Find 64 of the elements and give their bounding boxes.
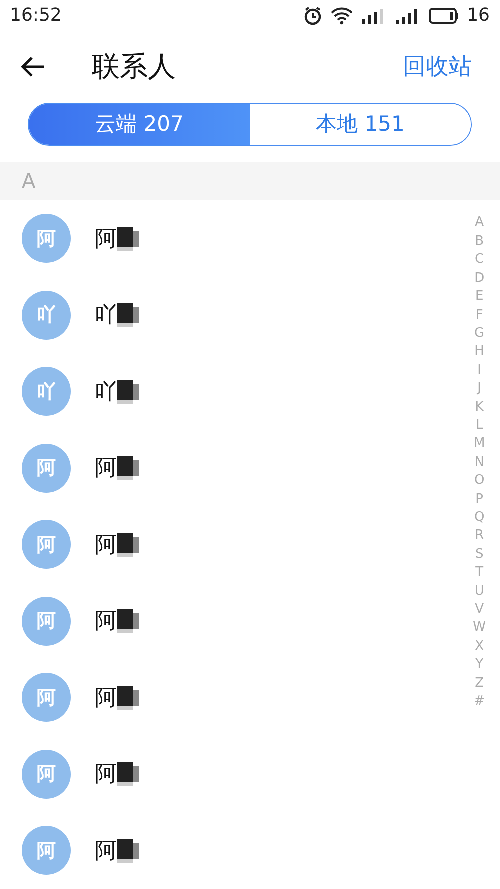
battery-level: 16 [467,5,490,26]
contact-name[interactable]: 阿 [95,682,117,713]
contact-avatar: 阿 [22,596,71,646]
index-letter[interactable]: I [478,362,482,380]
back-arrow-icon[interactable] [20,56,46,78]
contact-name[interactable]: 阿 [95,606,117,636]
battery-icon [429,6,460,25]
index-letter[interactable]: X [475,638,484,656]
contact-name[interactable]: 阿 [95,224,117,254]
index-letter[interactable]: P [476,490,484,509]
pixelated-redaction [117,609,141,634]
contact-avatar: 阿 [22,826,71,876]
contact-avatar: 阿 [22,673,71,722]
index-letter[interactable]: V [475,601,484,620]
index-letter[interactable]: G [474,324,485,344]
index-letter[interactable]: E [475,288,484,307]
contact-avatar: 吖 [22,290,71,340]
contact-name[interactable]: 吖 [95,376,117,407]
index-letter[interactable]: M [474,435,486,454]
contact-name[interactable]: 吖 [95,300,117,330]
index-letter[interactable]: F [476,306,484,325]
contact-avatar: 阿 [22,444,71,493]
index-letter[interactable]: L [476,416,484,436]
contact-name[interactable]: 阿 [95,453,117,484]
status-time: 16:52 [10,5,62,26]
segment-tab[interactable]: 云端 207 [29,104,250,145]
index-letter[interactable]: S [475,546,484,564]
pixelated-redaction [117,456,141,480]
contact-name[interactable]: 阿 [95,759,117,790]
index-letter[interactable]: D [474,270,485,288]
index-letter[interactable]: B [475,232,484,252]
pixelated-redaction [117,380,141,404]
pixelated-redaction [117,838,141,863]
page-title: 联系人 [92,48,177,85]
index-letter[interactable]: J [478,380,482,399]
index-letter[interactable]: N [474,454,484,472]
contact-name[interactable]: 阿 [95,530,117,560]
pixelated-redaction [117,762,141,786]
index-letter[interactable]: R [475,527,484,546]
index-letter[interactable]: # [474,693,486,712]
index-letter[interactable]: T [476,564,484,583]
pixelated-redaction [117,686,141,710]
index-letter[interactable]: A [475,214,484,233]
contact-avatar: 阿 [22,214,71,264]
wifi-icon [331,6,354,25]
pixelated-redaction [117,303,141,328]
index-letter[interactable]: W [473,619,486,638]
contact-name[interactable]: 阿 [95,836,117,866]
pixelated-redaction [117,532,141,557]
index-letter[interactable]: C [475,251,484,270]
index-letter[interactable]: K [475,398,484,417]
index-letter[interactable]: O [474,472,485,491]
pixelated-redaction [117,226,141,251]
recycle-bin-link[interactable]: 回收站 [403,51,472,82]
index-letter[interactable]: Z [475,674,484,694]
index-letter[interactable]: Q [474,508,485,528]
contact-avatar: 吖 [22,367,71,416]
contact-avatar: 阿 [22,750,71,799]
contact-avatar: 阿 [22,520,71,570]
section-header: A [0,162,500,200]
index-letter[interactable]: Y [476,656,484,675]
index-letter[interactable]: H [474,343,484,362]
index-letter[interactable]: U [474,582,484,602]
alarm-icon [303,6,324,26]
